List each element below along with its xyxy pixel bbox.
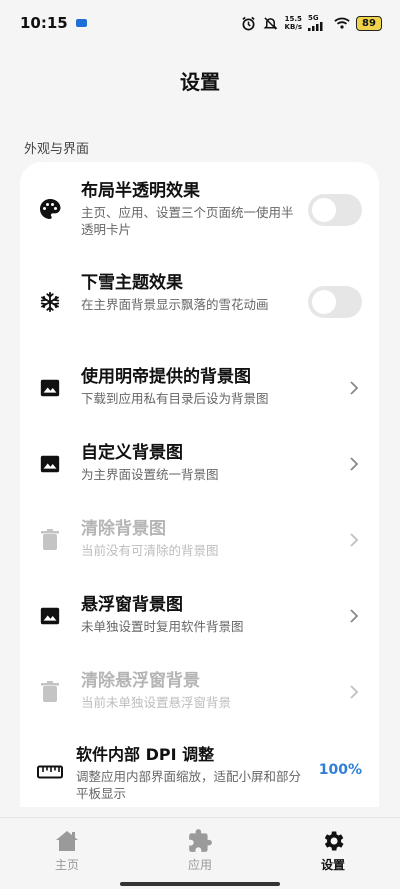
setting-subtitle: 当前未单独设置悬浮窗背景: [81, 695, 232, 710]
setting-provided-background[interactable]: 使用明帝提供的背景图 下载到应用私有目录后设为背景图: [20, 366, 379, 416]
image-icon: [38, 376, 62, 400]
dpi-value: 100%: [318, 762, 362, 778]
image-icon: [38, 452, 62, 476]
setting-subtitle: 在主界面背景显示飘落的雪花动画: [81, 297, 269, 312]
setting-clear-background[interactable]: 清除背景图 当前没有可清除的背景图: [20, 518, 379, 568]
image-icon: [38, 604, 62, 628]
setting-subtitle: 调整应用内部界面缩放，适配小屏和部分平板显示: [76, 769, 302, 801]
page-title: 设置: [180, 70, 220, 94]
nav-label: 主页: [54, 858, 79, 872]
nav-label: 设置: [320, 858, 345, 872]
bottom-navigation: 主页 应用 设置: [0, 817, 400, 889]
cellular-signal-icon: 5G: [308, 15, 328, 31]
home-icon: [54, 828, 80, 854]
setting-dpi-adjust[interactable]: 软件内部 DPI 调整 调整应用内部界面缩放，适配小屏和部分平板显示 100%: [20, 744, 379, 804]
setting-title: 清除悬浮窗背景: [81, 671, 200, 691]
mute-bell-icon: [263, 15, 279, 31]
trash-icon: [38, 528, 62, 552]
setting-text: 使用明帝提供的背景图 下载到应用私有目录后设为背景图: [81, 366, 269, 407]
setting-subtitle: 为主界面设置统一背景图: [81, 467, 219, 482]
setting-floating-window-background[interactable]: 悬浮窗背景图 未单独设置时复用软件背景图: [20, 594, 379, 644]
ruler-icon: [36, 760, 64, 784]
status-indicators: 15.5 KB/s 5G 89: [241, 15, 382, 31]
setting-title: 悬浮窗背景图: [81, 595, 183, 615]
trash-icon: [38, 680, 62, 704]
translucent-layout-toggle[interactable]: [308, 194, 362, 226]
chevron-right-icon: [350, 533, 359, 547]
setting-subtitle: 未单独设置时复用软件背景图: [81, 619, 244, 634]
chevron-right-icon: [350, 685, 359, 699]
setting-title: 布局半透明效果: [81, 181, 200, 201]
setting-clear-floating-background[interactable]: 清除悬浮窗背景 当前未单独设置悬浮窗背景: [20, 670, 379, 720]
battery-indicator: 89: [356, 15, 382, 31]
network-speed-unit: KB/s: [284, 23, 302, 31]
message-notification-icon: [75, 19, 87, 27]
setting-title: 自定义背景图: [81, 443, 183, 463]
chevron-right-icon: [350, 381, 359, 395]
snow-effect-toggle[interactable]: [308, 286, 362, 318]
nav-item-home[interactable]: 主页: [27, 828, 107, 873]
home-indicator: [120, 882, 280, 886]
status-time: 10:15: [20, 14, 68, 32]
setting-title: 清除背景图: [81, 519, 166, 539]
puzzle-icon: [187, 828, 213, 854]
setting-title: 下雪主题效果: [81, 273, 183, 293]
section-title: 外观与界面: [24, 142, 90, 157]
gear-icon: [320, 828, 346, 854]
toggle-knob: [312, 198, 336, 222]
network-speed-value: 15.5: [284, 15, 302, 23]
network-type: 5G: [308, 14, 319, 22]
setting-title: 使用明帝提供的背景图: [81, 367, 251, 387]
setting-text: 清除悬浮窗背景 当前未单独设置悬浮窗背景: [81, 670, 231, 711]
wifi-icon: [334, 15, 350, 31]
setting-title: 软件内部 DPI 调整: [76, 745, 215, 764]
status-bar: 10:15 15.5 KB/s 5G 89: [0, 0, 400, 46]
setting-subtitle: 当前没有可清除的背景图: [81, 543, 219, 558]
setting-translucent-layout[interactable]: 布局半透明效果 主页、应用、设置三个页面统一使用半透明卡片: [20, 180, 379, 250]
nav-item-apps[interactable]: 应用: [160, 828, 240, 873]
toggle-knob: [312, 290, 336, 314]
nav-label: 应用: [187, 858, 212, 872]
settings-card: 布局半透明效果 主页、应用、设置三个页面统一使用半透明卡片 下雪主题效果 在主界…: [20, 162, 379, 807]
setting-snow-effect[interactable]: 下雪主题效果 在主界面背景显示飘落的雪花动画: [20, 272, 379, 342]
palette-icon: [38, 197, 62, 221]
chevron-right-icon: [350, 609, 359, 623]
snowflake-icon: [38, 290, 62, 314]
setting-text: 清除背景图 当前没有可清除的背景图: [81, 518, 219, 559]
alarm-icon: [241, 15, 257, 31]
nav-item-settings[interactable]: 设置: [293, 828, 373, 873]
chevron-right-icon: [350, 457, 359, 471]
setting-subtitle: 主页、应用、设置三个页面统一使用半透明卡片: [81, 205, 294, 237]
setting-text: 悬浮窗背景图 未单独设置时复用软件背景图: [81, 594, 244, 635]
setting-text: 自定义背景图 为主界面设置统一背景图: [81, 442, 219, 483]
setting-text: 软件内部 DPI 调整 调整应用内部界面缩放，适配小屏和部分平板显示: [76, 744, 306, 802]
setting-text: 下雪主题效果 在主界面背景显示飘落的雪花动画: [81, 272, 301, 313]
setting-subtitle: 下载到应用私有目录后设为背景图: [81, 391, 269, 406]
setting-text: 布局半透明效果 主页、应用、设置三个页面统一使用半透明卡片: [81, 180, 301, 238]
network-speed: 15.5 KB/s: [285, 15, 302, 31]
setting-custom-background[interactable]: 自定义背景图 为主界面设置统一背景图: [20, 442, 379, 492]
